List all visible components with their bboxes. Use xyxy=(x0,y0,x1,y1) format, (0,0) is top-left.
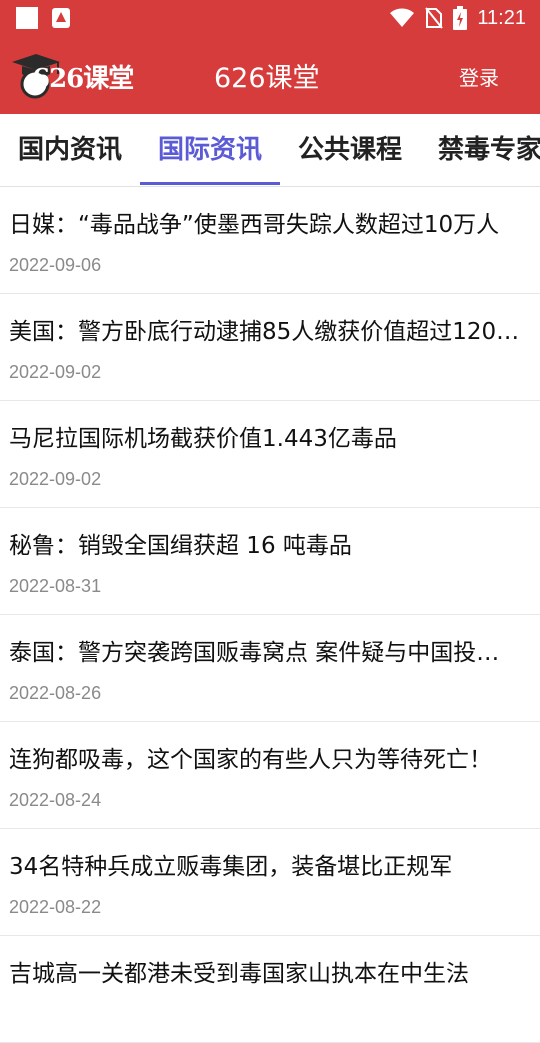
news-item[interactable]: 泰国：警方突袭跨国贩毒窝点 案件疑与中国投… 2022-08-26 xyxy=(0,615,540,722)
logo-text: 626课堂 xyxy=(32,64,134,94)
notification-square-icon xyxy=(16,7,38,29)
news-item[interactable]: 马尼拉国际机场截获价值1.443亿毒品 2022-09-02 xyxy=(0,401,540,508)
app-logo[interactable]: 626课堂 xyxy=(10,52,146,100)
news-item[interactable]: 美国：警方卧底行动逮捕85人缴获价值超过120… 2022-09-02 xyxy=(0,294,540,401)
news-title: 日媒：“毒品战争”使墨西哥失踪人数超过10万人 xyxy=(9,212,500,238)
news-title: 连狗都吸毒，这个国家的有些人只为等待死亡！ xyxy=(9,747,492,773)
news-item[interactable]: 连狗都吸毒，这个国家的有些人只为等待死亡！ 2022-08-24 xyxy=(0,722,540,829)
active-tab-indicator xyxy=(140,182,280,185)
news-title: 秘鲁：销毁全国缉获超 16 吨毒品 xyxy=(9,533,352,559)
status-bar-right: 11:21 xyxy=(389,6,526,30)
tab-public-courses[interactable]: 公共课程 xyxy=(280,114,420,186)
news-item[interactable]: 秘鲁：销毁全国缉获超 16 吨毒品 2022-08-31 xyxy=(0,508,540,615)
news-date: 2022-09-06 xyxy=(9,255,102,275)
news-date: 2022-08-22 xyxy=(9,897,102,917)
tab-domestic-news[interactable]: 国内资讯 xyxy=(0,114,140,186)
news-date: 2022-09-02 xyxy=(9,362,102,382)
news-title: 34名特种兵成立贩毒集团，装备堪比正规军 xyxy=(9,854,453,880)
no-sim-icon xyxy=(425,7,444,29)
wifi-icon xyxy=(390,8,415,27)
status-bar: 11:21 xyxy=(0,0,540,36)
news-date: 2022-08-24 xyxy=(9,790,102,810)
news-date: 2022-09-02 xyxy=(9,469,102,489)
tab-international-news[interactable]: 国际资讯 xyxy=(140,114,280,186)
battery-charging-icon xyxy=(453,6,468,30)
news-date: 2022-08-26 xyxy=(9,683,102,703)
news-title: 美国：警方卧底行动逮捕85人缴获价值超过120… xyxy=(9,319,520,345)
news-item[interactable]: 日媒：“毒品战争”使墨西哥失踪人数超过10万人 2022-09-06 xyxy=(0,187,540,294)
app-a-icon xyxy=(52,8,70,28)
news-title: 马尼拉国际机场截获价值1.443亿毒品 xyxy=(9,426,397,452)
status-bar-left xyxy=(16,7,70,29)
category-tabs: 国内资讯 国际资讯 公共课程 禁毒专家 xyxy=(0,114,540,187)
tab-drug-experts[interactable]: 禁毒专家 xyxy=(420,114,540,186)
news-item[interactable]: 34名特种兵成立贩毒集团，装备堪比正规军 2022-08-22 xyxy=(0,829,540,936)
news-item[interactable]: 吉城高一关都港未受到毒国家山执本在中生法 xyxy=(0,936,540,1043)
login-button[interactable]: 登录 xyxy=(459,62,499,91)
news-title: 吉城高一关都港未受到毒国家山执本在中生法 xyxy=(9,961,469,987)
status-time: 11:21 xyxy=(477,6,526,29)
news-title: 泰国：警方突袭跨国贩毒窝点 案件疑与中国投… xyxy=(9,640,500,666)
app-bar: 626课堂 626课堂 登录 xyxy=(0,36,540,114)
news-date: 2022-08-31 xyxy=(9,576,102,596)
app-title: 626课堂 xyxy=(214,63,320,94)
news-list: 日媒：“毒品战争”使墨西哥失踪人数超过10万人 2022-09-06 美国：警方… xyxy=(0,187,540,1043)
